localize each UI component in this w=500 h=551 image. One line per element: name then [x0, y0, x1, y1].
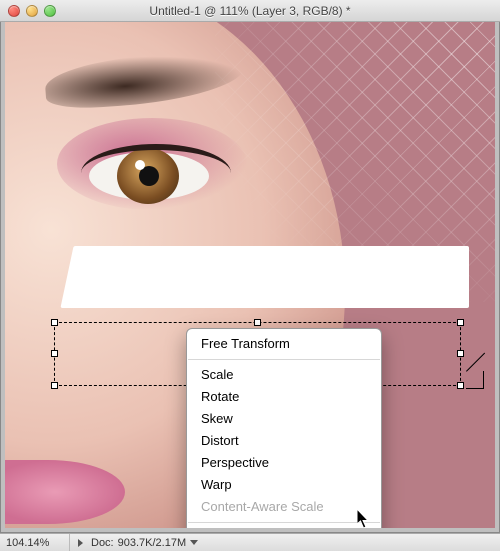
zoom-field[interactable]: 104.14%: [0, 534, 70, 551]
doc-size-popup[interactable]: Doc: 903.7K/2.17M: [70, 537, 206, 549]
context-menu-item-rotate-180[interactable]: Rotate 180°: [187, 527, 381, 528]
context-menu-item-perspective[interactable]: Perspective: [187, 452, 381, 474]
context-menu: Free Transform ScaleRotateSkewDistortPers…: [186, 328, 382, 528]
transform-handle-w[interactable]: [51, 350, 58, 357]
window-title: Untitled-1 @ 111% (Layer 3, RGB/8) *: [0, 4, 500, 18]
transform-handle-n[interactable]: [254, 319, 261, 326]
transform-handle-ne[interactable]: [457, 319, 464, 326]
transform-handle-e[interactable]: [457, 350, 464, 357]
transform-ref-diamond: [466, 371, 484, 389]
window-titlebar: Untitled-1 @ 111% (Layer 3, RGB/8) *: [0, 0, 500, 22]
popup-down-icon: [190, 540, 198, 545]
transform-handle-se[interactable]: [457, 382, 464, 389]
context-menu-separator: [188, 522, 380, 523]
context-menu-item-rotate[interactable]: Rotate: [187, 386, 381, 408]
context-menu-item-distort[interactable]: Distort: [187, 430, 381, 452]
document-canvas[interactable]: Free Transform ScaleRotateSkewDistortPers…: [5, 22, 495, 528]
transform-handle-sw[interactable]: [51, 382, 58, 389]
doc-label: Doc:: [91, 537, 114, 549]
context-menu-item-warp[interactable]: Warp: [187, 474, 381, 496]
context-menu-item-skew[interactable]: Skew: [187, 408, 381, 430]
workspace: Free Transform ScaleRotateSkewDistortPers…: [0, 22, 500, 533]
context-menu-item-free-transform[interactable]: Free Transform: [187, 333, 381, 355]
popup-right-icon: [78, 539, 87, 547]
transform-handle-nw[interactable]: [51, 319, 58, 326]
doc-value: 903.7K/2.17M: [118, 537, 187, 549]
layer-shape-box: [83, 246, 469, 308]
status-bar: 104.14% Doc: 903.7K/2.17M: [0, 533, 500, 551]
context-menu-item-scale[interactable]: Scale: [187, 364, 381, 386]
context-menu-item-content-aware-scale: Content-Aware Scale: [187, 496, 381, 518]
context-menu-separator: [188, 359, 380, 360]
